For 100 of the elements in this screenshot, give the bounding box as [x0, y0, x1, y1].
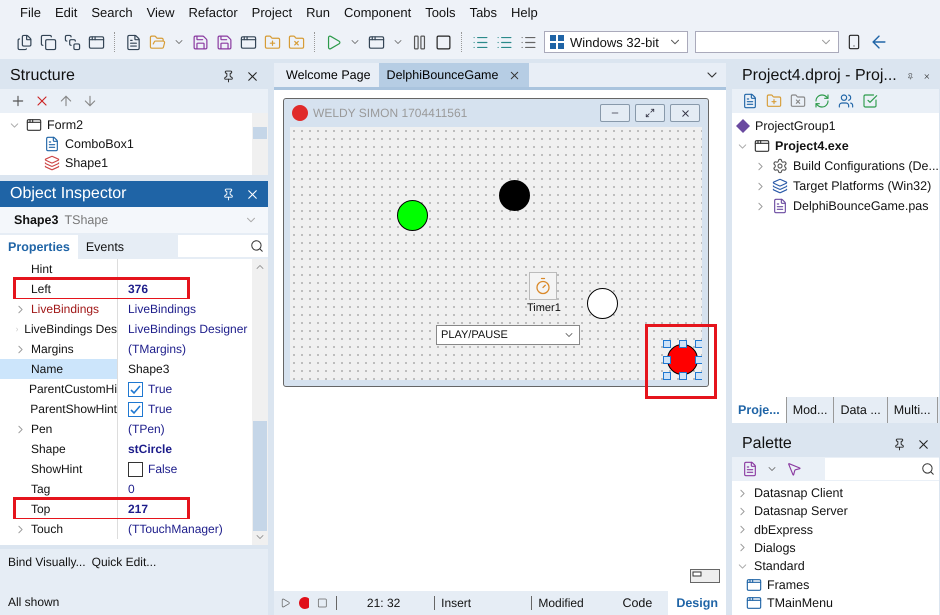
selection-handle[interactable]	[663, 340, 671, 348]
scrollbar-thumb[interactable]	[253, 421, 267, 531]
palette-category[interactable]: Datasnap Server	[732, 502, 939, 521]
inspector-tab[interactable]: Events	[78, 235, 132, 259]
selection-handle[interactable]	[679, 340, 687, 348]
new-item-icon[interactable]	[125, 34, 142, 50]
palette-category[interactable]: Dialogs	[732, 538, 939, 558]
tree-item[interactable]: Target Platforms (Win32)	[732, 176, 939, 196]
palette-item[interactable]: TMainMenu	[732, 594, 939, 612]
tree-item[interactable]: ComboBox1	[0, 134, 252, 154]
menu-item[interactable]: Tools	[419, 2, 462, 23]
move-down-icon[interactable]	[82, 93, 98, 109]
view-tab[interactable]: Code	[614, 591, 660, 615]
tree-item[interactable]: Project4.exe	[732, 136, 939, 156]
platform-select[interactable]: Windows 32-bit	[544, 31, 688, 53]
add-folder-icon[interactable]	[766, 93, 782, 109]
inspector-tab[interactable]: Properties	[0, 235, 78, 259]
panel-tab[interactable]: Mod...	[786, 397, 834, 423]
selection-handle[interactable]	[695, 340, 702, 348]
refresh-icon[interactable]	[814, 93, 830, 109]
menu-item[interactable]: Component	[338, 2, 418, 23]
pin-icon[interactable]	[893, 438, 906, 450]
menu-item[interactable]: Tabs	[464, 2, 504, 23]
selection-handle[interactable]	[695, 372, 702, 380]
property-row[interactable]: Name Shape3	[0, 359, 252, 379]
window-thumbnail-icon[interactable]	[690, 569, 720, 583]
users-icon[interactable]	[838, 93, 854, 109]
circle-shape[interactable]	[397, 200, 428, 231]
tree-item[interactable]: Build Configurations (De...	[732, 156, 939, 176]
new-item-icon[interactable]	[742, 93, 758, 109]
property-value[interactable]: Shape3	[118, 359, 252, 379]
pointer-icon[interactable]	[786, 461, 802, 477]
circle-shape[interactable]	[499, 180, 530, 211]
device-icon[interactable]	[846, 34, 862, 50]
component-icon	[746, 576, 762, 593]
editor-tab[interactable]: Welcome Page	[278, 63, 379, 87]
menu-item[interactable]: Help	[505, 2, 544, 23]
circle-shape[interactable]	[587, 288, 618, 319]
view-tab[interactable]: Design	[668, 591, 726, 615]
panel-tab[interactable]: Data ...	[834, 397, 888, 423]
windows-icon[interactable]	[64, 34, 81, 50]
new-file-icon[interactable]	[16, 34, 33, 50]
menu-item[interactable]: Edit	[48, 2, 84, 23]
tree-item[interactable]: Shape1	[0, 153, 252, 172]
selection-handle[interactable]	[663, 372, 671, 380]
editor-tab[interactable]: DelphiBounceGame	[378, 63, 530, 87]
checkbox[interactable]	[128, 382, 143, 396]
remove-folder-icon[interactable]	[790, 93, 806, 109]
checkbox[interactable]	[128, 462, 143, 476]
component-icon[interactable]	[742, 461, 758, 477]
new-window-icon[interactable]	[40, 34, 57, 50]
play-icon[interactable]	[280, 597, 291, 609]
pause-icon[interactable]	[411, 34, 428, 50]
menu-item[interactable]: Project	[246, 2, 298, 23]
selection-handle[interactable]	[663, 356, 671, 364]
add-folder-icon[interactable]	[264, 34, 281, 50]
palette-category[interactable]: Datasnap Client	[732, 484, 939, 502]
menu-item[interactable]: View	[140, 2, 181, 23]
palette-category[interactable]: Standard	[732, 557, 939, 576]
combobox[interactable]: PLAY/PAUSE	[436, 325, 580, 345]
maximize-button[interactable]	[635, 104, 665, 122]
link[interactable]: Quick Edit...	[92, 555, 156, 569]
menu-item[interactable]: Search	[85, 2, 139, 23]
search-field[interactable]	[825, 458, 939, 480]
panel-tab[interactable]: Proje...	[732, 397, 787, 423]
search-field[interactable]	[178, 235, 268, 257]
minimize-button[interactable]	[600, 104, 630, 122]
save-all-icon[interactable]	[216, 34, 233, 50]
build-check-icon[interactable]	[862, 93, 878, 109]
menu-item[interactable]: Refactor	[182, 2, 244, 23]
move-up-icon[interactable]	[58, 93, 74, 109]
run-icon[interactable]	[325, 34, 342, 50]
menu-item[interactable]: Run	[300, 2, 336, 23]
window-icon[interactable]	[240, 34, 257, 50]
device-select[interactable]	[695, 31, 839, 53]
file-state: Modified	[531, 596, 606, 610]
tree-item[interactable]: DelphiBounceGame.pas	[732, 196, 939, 216]
panel-tab[interactable]: Multi...	[888, 397, 938, 423]
stop-icon[interactable]	[435, 34, 452, 50]
link[interactable]: Bind Visually...	[8, 555, 86, 569]
add-item-icon[interactable]	[10, 93, 26, 109]
pin-icon[interactable]	[222, 70, 235, 82]
palette-item[interactable]: Frames	[732, 575, 939, 594]
scrollbar-thumb[interactable]	[253, 127, 267, 139]
selection-handle[interactable]	[695, 356, 702, 364]
checkbox[interactable]	[128, 402, 143, 416]
timer-component[interactable]	[529, 272, 557, 300]
close-button[interactable]	[670, 104, 700, 122]
menu-item[interactable]: File	[14, 2, 47, 23]
record-icon[interactable]	[298, 597, 310, 609]
remove-folder-icon[interactable]	[288, 34, 305, 50]
palette-category[interactable]: dbExpress	[732, 520, 939, 539]
tree-item[interactable]: Form2	[0, 116, 252, 135]
tree-item[interactable]: ProjectGroup1	[732, 116, 939, 136]
pin-icon[interactable]	[222, 188, 235, 200]
open-folder-icon[interactable]	[149, 34, 166, 50]
object-select[interactable]: Shape3 TShape	[0, 207, 268, 233]
form-icon[interactable]	[88, 34, 105, 50]
save-icon[interactable]	[192, 34, 209, 50]
selection-handle[interactable]	[679, 372, 687, 380]
